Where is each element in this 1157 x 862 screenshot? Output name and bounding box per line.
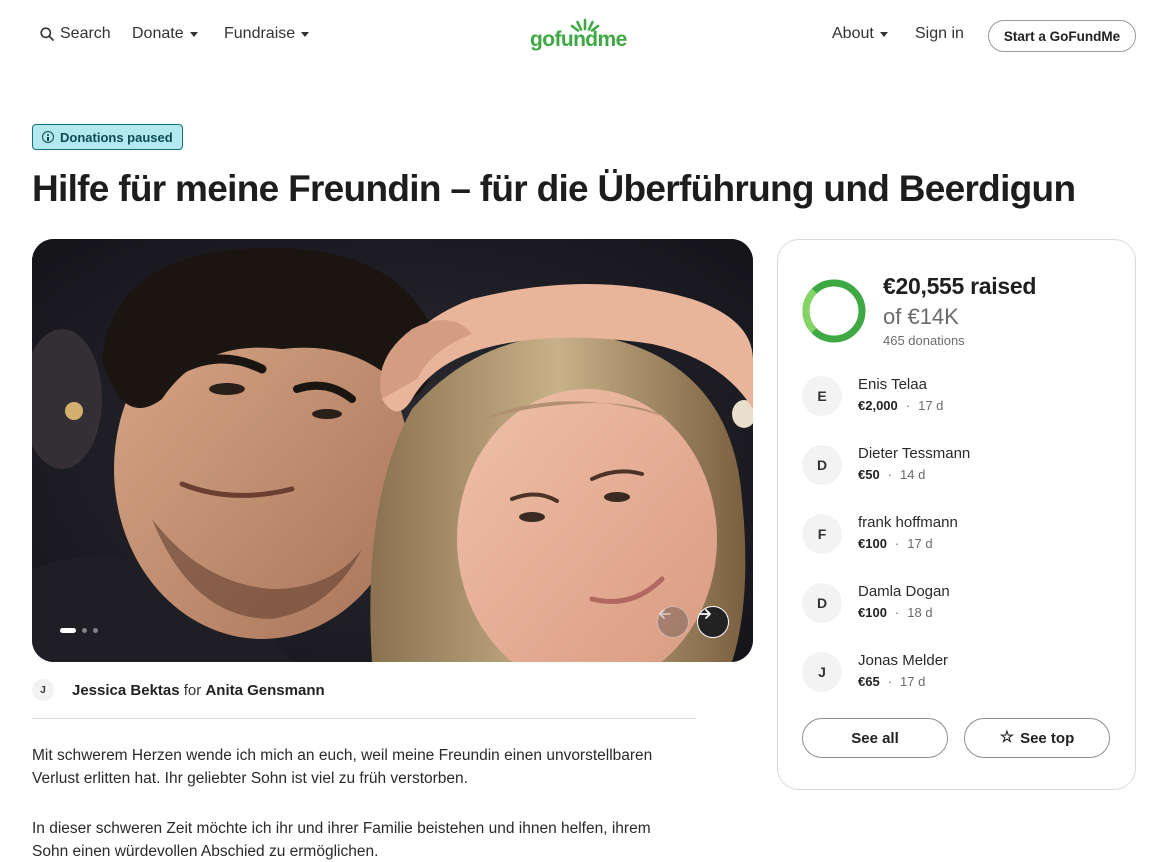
carousel-dot-2[interactable] — [82, 628, 87, 633]
donor-meta: €100 · 17 d — [858, 536, 933, 551]
chevron-down-icon — [301, 32, 310, 37]
see-top-label: See top — [1020, 729, 1075, 747]
see-all-button[interactable]: See all — [802, 718, 948, 758]
info-icon — [42, 131, 54, 143]
donor-age: 18 d — [907, 605, 933, 620]
logo-text: gofundme — [530, 28, 627, 51]
story-line: Verlust erlitten hat. Ihr geliebter Sohn… — [32, 770, 468, 787]
search-label: Search — [60, 25, 111, 42]
donor-age: 17 d — [900, 674, 926, 689]
organizer-name[interactable]: Jessica Bektas — [72, 682, 180, 699]
donor-meta: €100 · 18 d — [858, 605, 933, 620]
see-top-button[interactable]: ☆ See top — [964, 718, 1110, 758]
separator: · — [887, 467, 893, 482]
search-button[interactable]: Search — [40, 25, 111, 43]
donor-name: Enis Telaa — [858, 376, 927, 393]
donor-avatar: D — [802, 445, 842, 485]
about-label: About — [832, 25, 874, 42]
carousel-dots — [60, 628, 98, 633]
donor-amount: €50 — [858, 467, 880, 482]
donor-row[interactable]: D Damla Dogan €100 · 18 d — [802, 583, 1122, 625]
donor-name: Damla Dogan — [858, 583, 950, 600]
donor-name: frank hoffmann — [858, 514, 958, 531]
story-paragraph-2: In dieser schweren Zeit möchte ich ihr u… — [32, 817, 712, 862]
campaign-photo-illustration — [32, 239, 753, 662]
donate-menu[interactable]: Donate — [132, 25, 198, 43]
donor-avatar: D — [802, 583, 842, 623]
donor-meta: €2,000 · 17 d — [858, 398, 943, 413]
separator: · — [887, 674, 893, 689]
see-all-label: See all — [851, 729, 899, 747]
donor-avatar: J — [802, 652, 842, 692]
start-gofundme-button[interactable]: Start a GoFundMe — [988, 20, 1136, 52]
donor-avatar: F — [802, 514, 842, 554]
separator: · — [894, 605, 900, 620]
carousel-dot-1[interactable] — [60, 628, 76, 633]
donor-age: 17 d — [907, 536, 933, 551]
arrow-left-icon — [659, 609, 671, 619]
arrow-right-icon — [699, 609, 711, 619]
donor-row[interactable]: E Enis Telaa €2,000 · 17 d — [802, 376, 1122, 418]
site-header: Search Donate Fundraise gofundme About S… — [0, 0, 1157, 72]
donor-name: Jonas Melder — [858, 652, 949, 669]
sign-in-link[interactable]: Sign in — [915, 25, 964, 43]
organizer-connector: for — [183, 682, 202, 699]
donation-count: 465 donations — [883, 333, 965, 348]
story-line: In dieser schweren Zeit möchte ich ihr u… — [32, 820, 651, 837]
fundraise-label: Fundraise — [224, 25, 296, 42]
gofundme-logo[interactable]: gofundme — [530, 16, 640, 56]
organizer-avatar: J — [32, 679, 54, 701]
donor-meta: €65 · 17 d — [858, 674, 925, 689]
donor-name: Dieter Tessmann — [858, 445, 971, 462]
donate-label: Donate — [132, 25, 184, 42]
amount-raised: €20,555 raised — [883, 273, 1037, 299]
fundraise-menu[interactable]: Fundraise — [224, 25, 310, 43]
donor-amount: €65 — [858, 674, 880, 689]
donor-avatar: E — [802, 376, 842, 416]
progress-ring — [802, 279, 866, 343]
carousel-next-button[interactable] — [697, 606, 729, 638]
donor-meta: €50 · 14 d — [858, 467, 925, 482]
story-line: Mit schwerem Herzen wende ich mich an eu… — [32, 747, 653, 764]
status-badge-label: Donations paused — [60, 129, 173, 145]
sign-in-label: Sign in — [915, 25, 964, 42]
carousel-prev-button[interactable] — [657, 606, 689, 638]
donor-amount: €100 — [858, 536, 887, 551]
donor-row[interactable]: J Jonas Melder €65 · 17 d — [802, 652, 1122, 694]
donor-age: 17 d — [918, 398, 944, 413]
separator: · — [894, 536, 900, 551]
status-badge: Donations paused — [32, 124, 183, 150]
chevron-down-icon — [879, 32, 888, 37]
organizer-line: Jessica Bektas for Anita Gensmann — [72, 682, 325, 699]
donor-row[interactable]: D Dieter Tessmann €50 · 14 d — [802, 445, 1122, 487]
story-line: Sohn einen würdevollen Abschied zu ermög… — [32, 843, 379, 860]
search-icon — [40, 27, 54, 41]
story-paragraph-1: Mit schwerem Herzen wende ich mich an eu… — [32, 744, 712, 790]
donor-row[interactable]: Ffrank hoffmann €100 · 17 d — [802, 514, 1122, 556]
donor-amount: €100 — [858, 605, 887, 620]
star-icon: ☆ — [999, 729, 1015, 746]
donor-age: 14 d — [900, 467, 926, 482]
campaign-photo[interactable] — [32, 239, 753, 662]
donation-card: €20,555 raised of €14K 465 donations E En… — [777, 239, 1136, 790]
chevron-down-icon — [189, 32, 198, 37]
separator: · — [905, 398, 911, 413]
divider — [32, 718, 696, 719]
page-title: Hilfe für meine Freundin – für die Überf… — [32, 168, 1076, 209]
carousel-dot-3[interactable] — [93, 628, 98, 633]
donor-amount: €2,000 — [858, 398, 898, 413]
about-menu[interactable]: About — [832, 25, 888, 43]
goal-amount: of €14K — [883, 304, 959, 329]
beneficiary-name[interactable]: Anita Gensmann — [205, 682, 324, 699]
